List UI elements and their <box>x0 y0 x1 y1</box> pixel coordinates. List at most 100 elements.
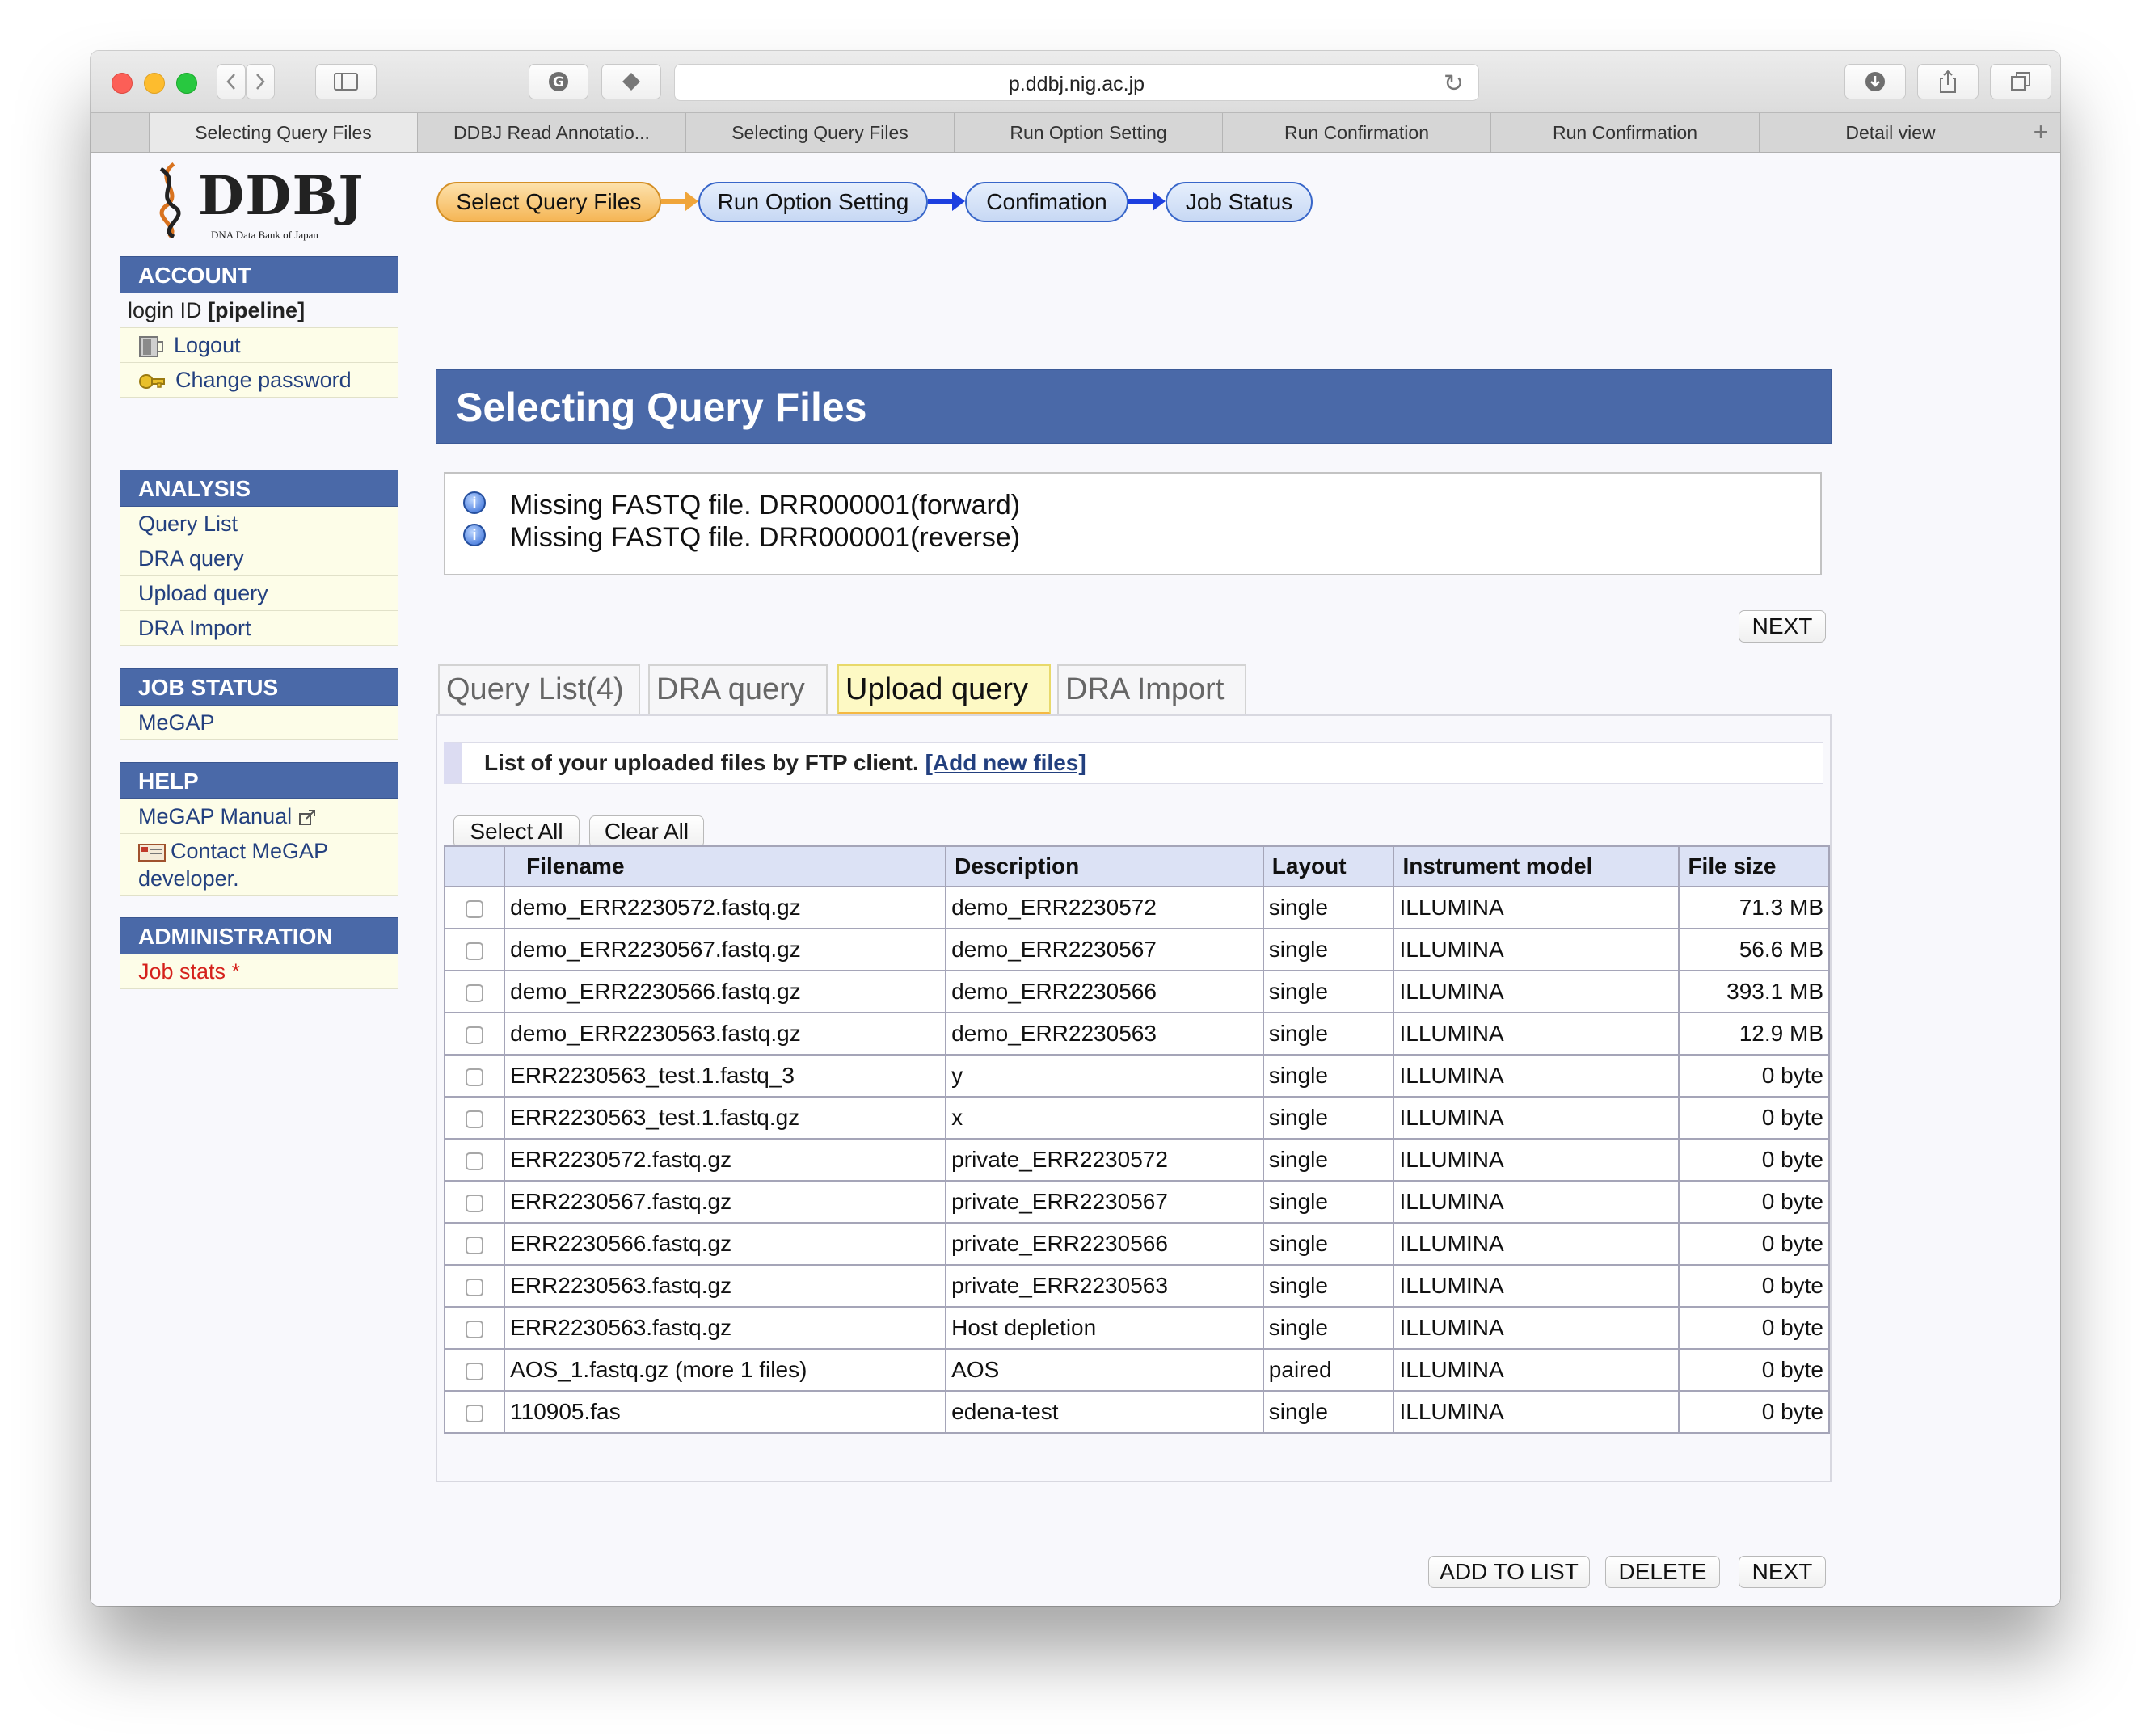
clear-all-button[interactable]: Clear All <box>589 815 704 848</box>
message-item: i Missing FASTQ file. DRR000001(forward) <box>463 490 1020 521</box>
tab-dra-import[interactable]: DRA Import <box>1057 664 1246 714</box>
logo-text: DDBJ <box>198 164 365 227</box>
login-id-value: [pipeline] <box>208 298 306 322</box>
logo-subtitle: DNA Data Bank of Japan <box>211 229 318 241</box>
next-button-top[interactable]: NEXT <box>1739 610 1826 643</box>
sidebar-item-contact-developer[interactable]: Contact MeGAP developer. <box>120 834 398 896</box>
select-all-button[interactable]: Select All <box>453 815 580 848</box>
list-heading-text: List of your uploaded files by FTP clien… <box>484 750 925 775</box>
row-checkbox[interactable] <box>466 1194 484 1212</box>
add-to-list-button[interactable]: ADD TO LIST <box>1428 1556 1590 1588</box>
cell-description: demo_ERR2230566 <box>945 970 1264 1013</box>
next-button-bottom[interactable]: NEXT <box>1739 1556 1826 1588</box>
new-tab-button[interactable]: + <box>2021 113 2060 152</box>
ddbj-logo[interactable]: DDBJ DNA Data Bank of Japan <box>150 161 363 242</box>
cell-layout: single <box>1262 886 1395 929</box>
row-checkbox[interactable] <box>466 1152 484 1170</box>
row-checkbox[interactable] <box>466 900 484 918</box>
downloads-button[interactable] <box>1844 64 1906 99</box>
sidebar-item-change-password[interactable]: Change password <box>120 363 398 398</box>
url-text: p.ddbj.nig.ac.jp <box>1008 73 1145 95</box>
close-window-button[interactable] <box>112 73 133 94</box>
row-checkbox[interactable] <box>466 1404 484 1422</box>
table-body: demo_ERR2230572.fastq.gz demo_ERR2230572 s… <box>443 886 1830 1434</box>
cell-file-size: 0 byte <box>1678 1390 1830 1434</box>
delete-button[interactable]: DELETE <box>1605 1556 1720 1588</box>
back-button[interactable] <box>217 64 246 99</box>
sidebar-item-job-stats[interactable]: Job stats * <box>120 954 398 989</box>
column-header-filename: Filename <box>504 845 947 887</box>
cell-file-size: 0 byte <box>1678 1264 1830 1308</box>
share-button[interactable] <box>1917 64 1979 99</box>
zoom-window-button[interactable] <box>176 73 197 94</box>
tab-selecting-query-files[interactable]: Selecting Query Files <box>149 113 417 152</box>
row-select-cell <box>443 970 506 1013</box>
cell-file-size: 0 byte <box>1678 1138 1830 1182</box>
row-checkbox[interactable] <box>466 1068 484 1086</box>
tab-upload-query[interactable]: Upload query <box>837 664 1051 714</box>
cell-filename: demo_ERR2230567.fastq.gz <box>504 928 947 971</box>
reload-icon[interactable]: ↻ <box>1444 70 1464 98</box>
cell-file-size: 12.9 MB <box>1678 1012 1830 1056</box>
cell-filename: demo_ERR2230566.fastq.gz <box>504 970 947 1013</box>
tab-selecting-query-files-2[interactable]: Selecting Query Files <box>685 113 954 152</box>
sidebar-item-logout[interactable]: Logout <box>120 327 398 363</box>
forward-button[interactable] <box>246 64 275 99</box>
sidebar-item-megap[interactable]: MeGAP <box>120 706 398 740</box>
cell-instrument-model: ILLUMINA <box>1393 1012 1680 1056</box>
cell-layout: single <box>1262 1054 1395 1098</box>
tab-detail-view[interactable]: Detail view <box>1759 113 2021 152</box>
row-checkbox[interactable] <box>466 942 484 960</box>
step-run-option-setting: Run Option Setting <box>698 182 928 222</box>
row-checkbox[interactable] <box>466 1026 484 1044</box>
row-checkbox[interactable] <box>466 1236 484 1254</box>
table-row: ERR2230563_test.1.fastq.gz x single ILLUMIN… <box>443 1096 1830 1140</box>
grammarly-extension-button[interactable]: G <box>529 64 588 99</box>
tab-run-confirmation-2[interactable]: Run Confirmation <box>1490 113 1759 152</box>
row-select-cell <box>443 1306 506 1350</box>
tab-dra-query[interactable]: DRA query <box>648 664 828 714</box>
dna-helix-icon <box>159 162 181 238</box>
cell-instrument-model: ILLUMINA <box>1393 1264 1680 1308</box>
column-header-file-size: File size <box>1678 845 1830 887</box>
tab-run-confirmation[interactable]: Run Confirmation <box>1222 113 1490 152</box>
row-checkbox[interactable] <box>466 1320 484 1338</box>
tab-overview-button[interactable] <box>1990 64 2051 99</box>
cell-instrument-model: ILLUMINA <box>1393 886 1680 929</box>
tab-query-list[interactable]: Query List(4) <box>438 664 640 714</box>
table-row: demo_ERR2230566.fastq.gz demo_ERR2230566 s… <box>443 970 1830 1013</box>
extension-button[interactable] <box>601 64 661 99</box>
sidebar-heading-administration: ADMINISTRATION <box>120 917 398 954</box>
table-row: demo_ERR2230572.fastq.gz demo_ERR2230572 s… <box>443 886 1830 929</box>
sidebar-item-upload-query[interactable]: Upload query <box>120 576 398 611</box>
add-new-files-link[interactable]: [Add new files] <box>925 750 1086 775</box>
row-checkbox[interactable] <box>466 984 484 1002</box>
cell-description: private_ERR2230563 <box>945 1264 1264 1308</box>
tab-label: Run Confirmation <box>1553 122 1697 143</box>
row-checkbox[interactable] <box>466 1278 484 1296</box>
tab-ddbj-read-annotation[interactable]: DDBJ Read Annotatio... <box>417 113 685 152</box>
sidebar-item-query-list[interactable]: Query List <box>120 507 398 541</box>
address-bar[interactable]: p.ddbj.nig.ac.jp ↻ <box>674 64 1479 101</box>
minimize-window-button[interactable] <box>144 73 165 94</box>
cell-layout: single <box>1262 1390 1395 1434</box>
row-checkbox[interactable] <box>466 1362 484 1380</box>
row-select-cell <box>443 1054 506 1098</box>
row-checkbox[interactable] <box>466 1110 484 1128</box>
tab-run-option-setting[interactable]: Run Option Setting <box>954 113 1222 152</box>
svg-text:G: G <box>553 74 564 91</box>
step-confirmation: Confimation <box>965 182 1128 222</box>
sidebar-item-dra-query[interactable]: DRA query <box>120 541 398 576</box>
cell-description: x <box>945 1096 1264 1140</box>
step-arrow <box>1128 192 1166 211</box>
sidebar-item-dra-import[interactable]: DRA Import <box>120 611 398 646</box>
cell-instrument-model: ILLUMINA <box>1393 1096 1680 1140</box>
cell-layout: single <box>1262 928 1395 971</box>
table-row: ERR2230563.fastq.gz Host depletion single I… <box>443 1306 1830 1350</box>
cell-instrument-model: ILLUMINA <box>1393 970 1680 1013</box>
key-icon <box>139 373 165 389</box>
cell-description: demo_ERR2230572 <box>945 886 1264 929</box>
sidebar-item-megap-manual[interactable]: MeGAP Manual <box>120 799 398 834</box>
sidebar-toggle-button[interactable] <box>315 64 377 99</box>
door-icon <box>139 335 163 357</box>
